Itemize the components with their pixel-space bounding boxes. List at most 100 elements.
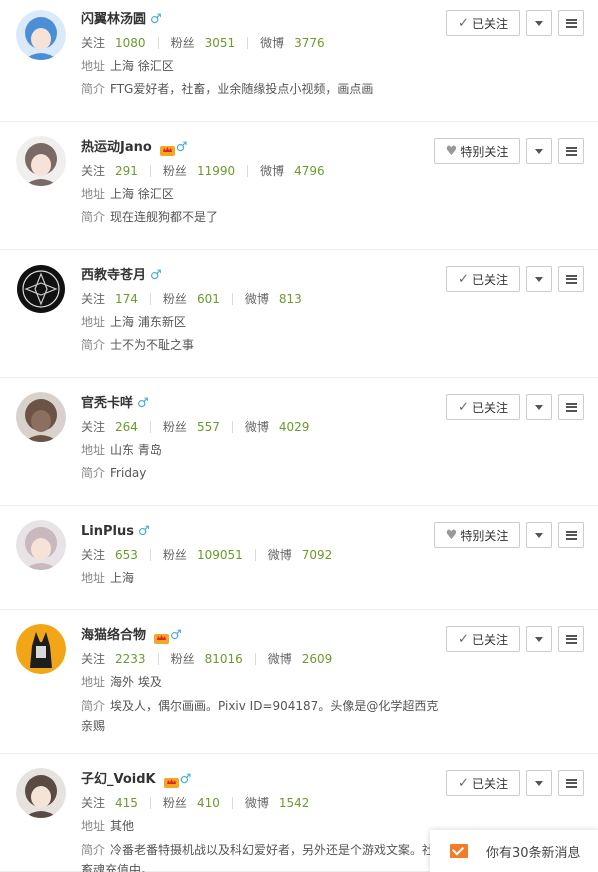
fans-count-group[interactable]: 粉丝 410: [163, 794, 220, 812]
weibo-count: 813: [278, 292, 302, 306]
caret-down-icon: [535, 404, 543, 410]
divider: [254, 653, 256, 665]
weibo-count-group[interactable]: 微博 813: [245, 290, 302, 308]
check-icon: ✓: [458, 775, 469, 791]
more-menu-button[interactable]: [558, 10, 584, 36]
following-count-group[interactable]: 关注 174: [81, 290, 138, 308]
user-actions: ✓ 已关注: [446, 626, 584, 652]
weibo-count-group[interactable]: 微博 2609: [268, 650, 333, 668]
user-name[interactable]: 热运动Jano: [81, 138, 152, 158]
special-follow-button[interactable]: ♥ 特别关注: [434, 522, 520, 548]
user-actions: ♥ 特别关注: [434, 138, 584, 164]
fans-count-group[interactable]: 粉丝 81016: [171, 650, 243, 668]
following-count-group[interactable]: 关注 291: [81, 162, 138, 180]
user-name[interactable]: 西教寺苍月: [81, 266, 146, 286]
avatar[interactable]: [16, 10, 66, 60]
followed-button[interactable]: ✓ 已关注: [446, 770, 520, 796]
user-name[interactable]: LinPlus: [81, 522, 134, 542]
address-label: 地址: [81, 59, 106, 73]
group-dropdown-button[interactable]: [526, 522, 552, 548]
vip-crown-icon: [154, 630, 170, 644]
vip-crown-icon: [163, 774, 179, 788]
fans-count: 410: [196, 796, 220, 810]
follow-button-label: 已关注: [471, 632, 508, 647]
follow-button-label: 已关注: [471, 16, 508, 31]
caret-down-icon: [535, 636, 543, 642]
following-count-group[interactable]: 关注 2233: [81, 650, 146, 668]
group-dropdown-button[interactable]: [526, 266, 552, 292]
weibo-count-group[interactable]: 微博 4029: [245, 418, 310, 436]
weibo-count-group[interactable]: 微博 1542: [245, 794, 310, 812]
group-dropdown-button[interactable]: [526, 10, 552, 36]
more-menu-button[interactable]: [558, 522, 584, 548]
group-dropdown-button[interactable]: [526, 626, 552, 652]
weibo-count-group[interactable]: 微博 7092: [268, 546, 333, 564]
followed-button[interactable]: ✓ 已关注: [446, 626, 520, 652]
following-count-label: 关注: [81, 164, 106, 178]
new-message-text: 你有30条新消息: [486, 845, 581, 861]
following-count-group[interactable]: 关注 1080: [81, 34, 146, 52]
user-stats: 关注 264 粉丝 557 微博 4029: [81, 418, 598, 436]
group-dropdown-button[interactable]: [526, 138, 552, 164]
address-value: 上海 徐汇区: [110, 187, 174, 201]
avatar[interactable]: [16, 768, 66, 818]
intro-row: 简介 Friday: [81, 464, 598, 482]
special-follow-button[interactable]: ♥ 特别关注: [434, 138, 520, 164]
address-label: 地址: [81, 675, 106, 689]
fans-count: 3051: [204, 36, 236, 50]
divider: [231, 293, 233, 305]
user-name[interactable]: 闪翼林汤圆: [81, 10, 146, 30]
more-menu-button[interactable]: [558, 626, 584, 652]
weibo-count-group[interactable]: 微博 4796: [260, 162, 325, 180]
avatar[interactable]: [16, 624, 66, 674]
weibo-count-label: 微博: [244, 796, 269, 810]
user-stats: 关注 415 粉丝 410 微博 1542: [81, 794, 598, 812]
more-menu-button[interactable]: [558, 138, 584, 164]
fans-count-label: 粉丝: [162, 420, 187, 434]
following-count-group[interactable]: 关注 415: [81, 794, 138, 812]
weibo-count-label: 微博: [260, 164, 285, 178]
avatar[interactable]: [16, 520, 66, 570]
followed-button[interactable]: ✓ 已关注: [446, 394, 520, 420]
address-row: 地址 海外 埃及: [81, 673, 598, 691]
fans-count-group[interactable]: 粉丝 11990: [163, 162, 235, 180]
more-menu-button[interactable]: [558, 266, 584, 292]
check-icon: ✓: [458, 631, 469, 647]
group-dropdown-button[interactable]: [526, 770, 552, 796]
user-actions: ✓ 已关注: [446, 10, 584, 36]
new-message-toast[interactable]: 你有30条新消息: [430, 830, 598, 872]
user-name[interactable]: 官秃卡咩: [81, 394, 133, 414]
fans-count-group[interactable]: 粉丝 3051: [171, 34, 236, 52]
avatar[interactable]: [16, 136, 66, 186]
address-row: 地址 上海 徐汇区: [81, 185, 598, 203]
following-count-label: 关注: [81, 652, 106, 666]
more-menu-button[interactable]: [558, 770, 584, 796]
fans-count-group[interactable]: 粉丝 601: [163, 290, 220, 308]
avatar[interactable]: [16, 264, 66, 314]
following-count: 291: [115, 164, 138, 178]
intro-value: 冷番老番特摄机战以及科幻爱好者，另外还是个游戏文案。社畜魂充值中。: [81, 843, 435, 872]
followed-button[interactable]: ✓ 已关注: [446, 10, 520, 36]
following-count: 415: [115, 796, 138, 810]
avatar[interactable]: [16, 392, 66, 442]
weibo-count-group[interactable]: 微博 3776: [260, 34, 325, 52]
user-name[interactable]: 海猫络合物: [81, 626, 146, 646]
following-count-group[interactable]: 关注 264: [81, 418, 138, 436]
user-name[interactable]: 子幻_VoidK: [81, 770, 156, 790]
fans-count-group[interactable]: 粉丝 109051: [163, 546, 243, 564]
following-count-group[interactable]: 关注 653: [81, 546, 138, 564]
followed-button[interactable]: ✓ 已关注: [446, 266, 520, 292]
follow-button-label: 已关注: [471, 400, 508, 415]
address-label: 地址: [81, 443, 106, 457]
more-menu-button[interactable]: [558, 394, 584, 420]
gender-male-icon: ♂: [137, 524, 150, 539]
weibo-count-label: 微博: [260, 36, 285, 50]
intro-value: 埃及人，偶尔画画。Pixiv ID=904187。头像是@化学超西克亲赐: [81, 699, 439, 733]
fans-count-group[interactable]: 粉丝 557: [163, 418, 220, 436]
user-stats: 关注 2233 粉丝 81016 微博 2609: [81, 650, 598, 668]
address-label: 地址: [81, 315, 106, 329]
user-card: 闪翼林汤圆 ♂ 关注 1080 粉丝 3051 微博 3776 地址 上海 徐汇区 简介 FTG爱好者…: [0, 0, 598, 122]
weibo-count: 3776: [294, 36, 325, 50]
group-dropdown-button[interactable]: [526, 394, 552, 420]
gender-male-icon: ♂: [150, 268, 162, 283]
